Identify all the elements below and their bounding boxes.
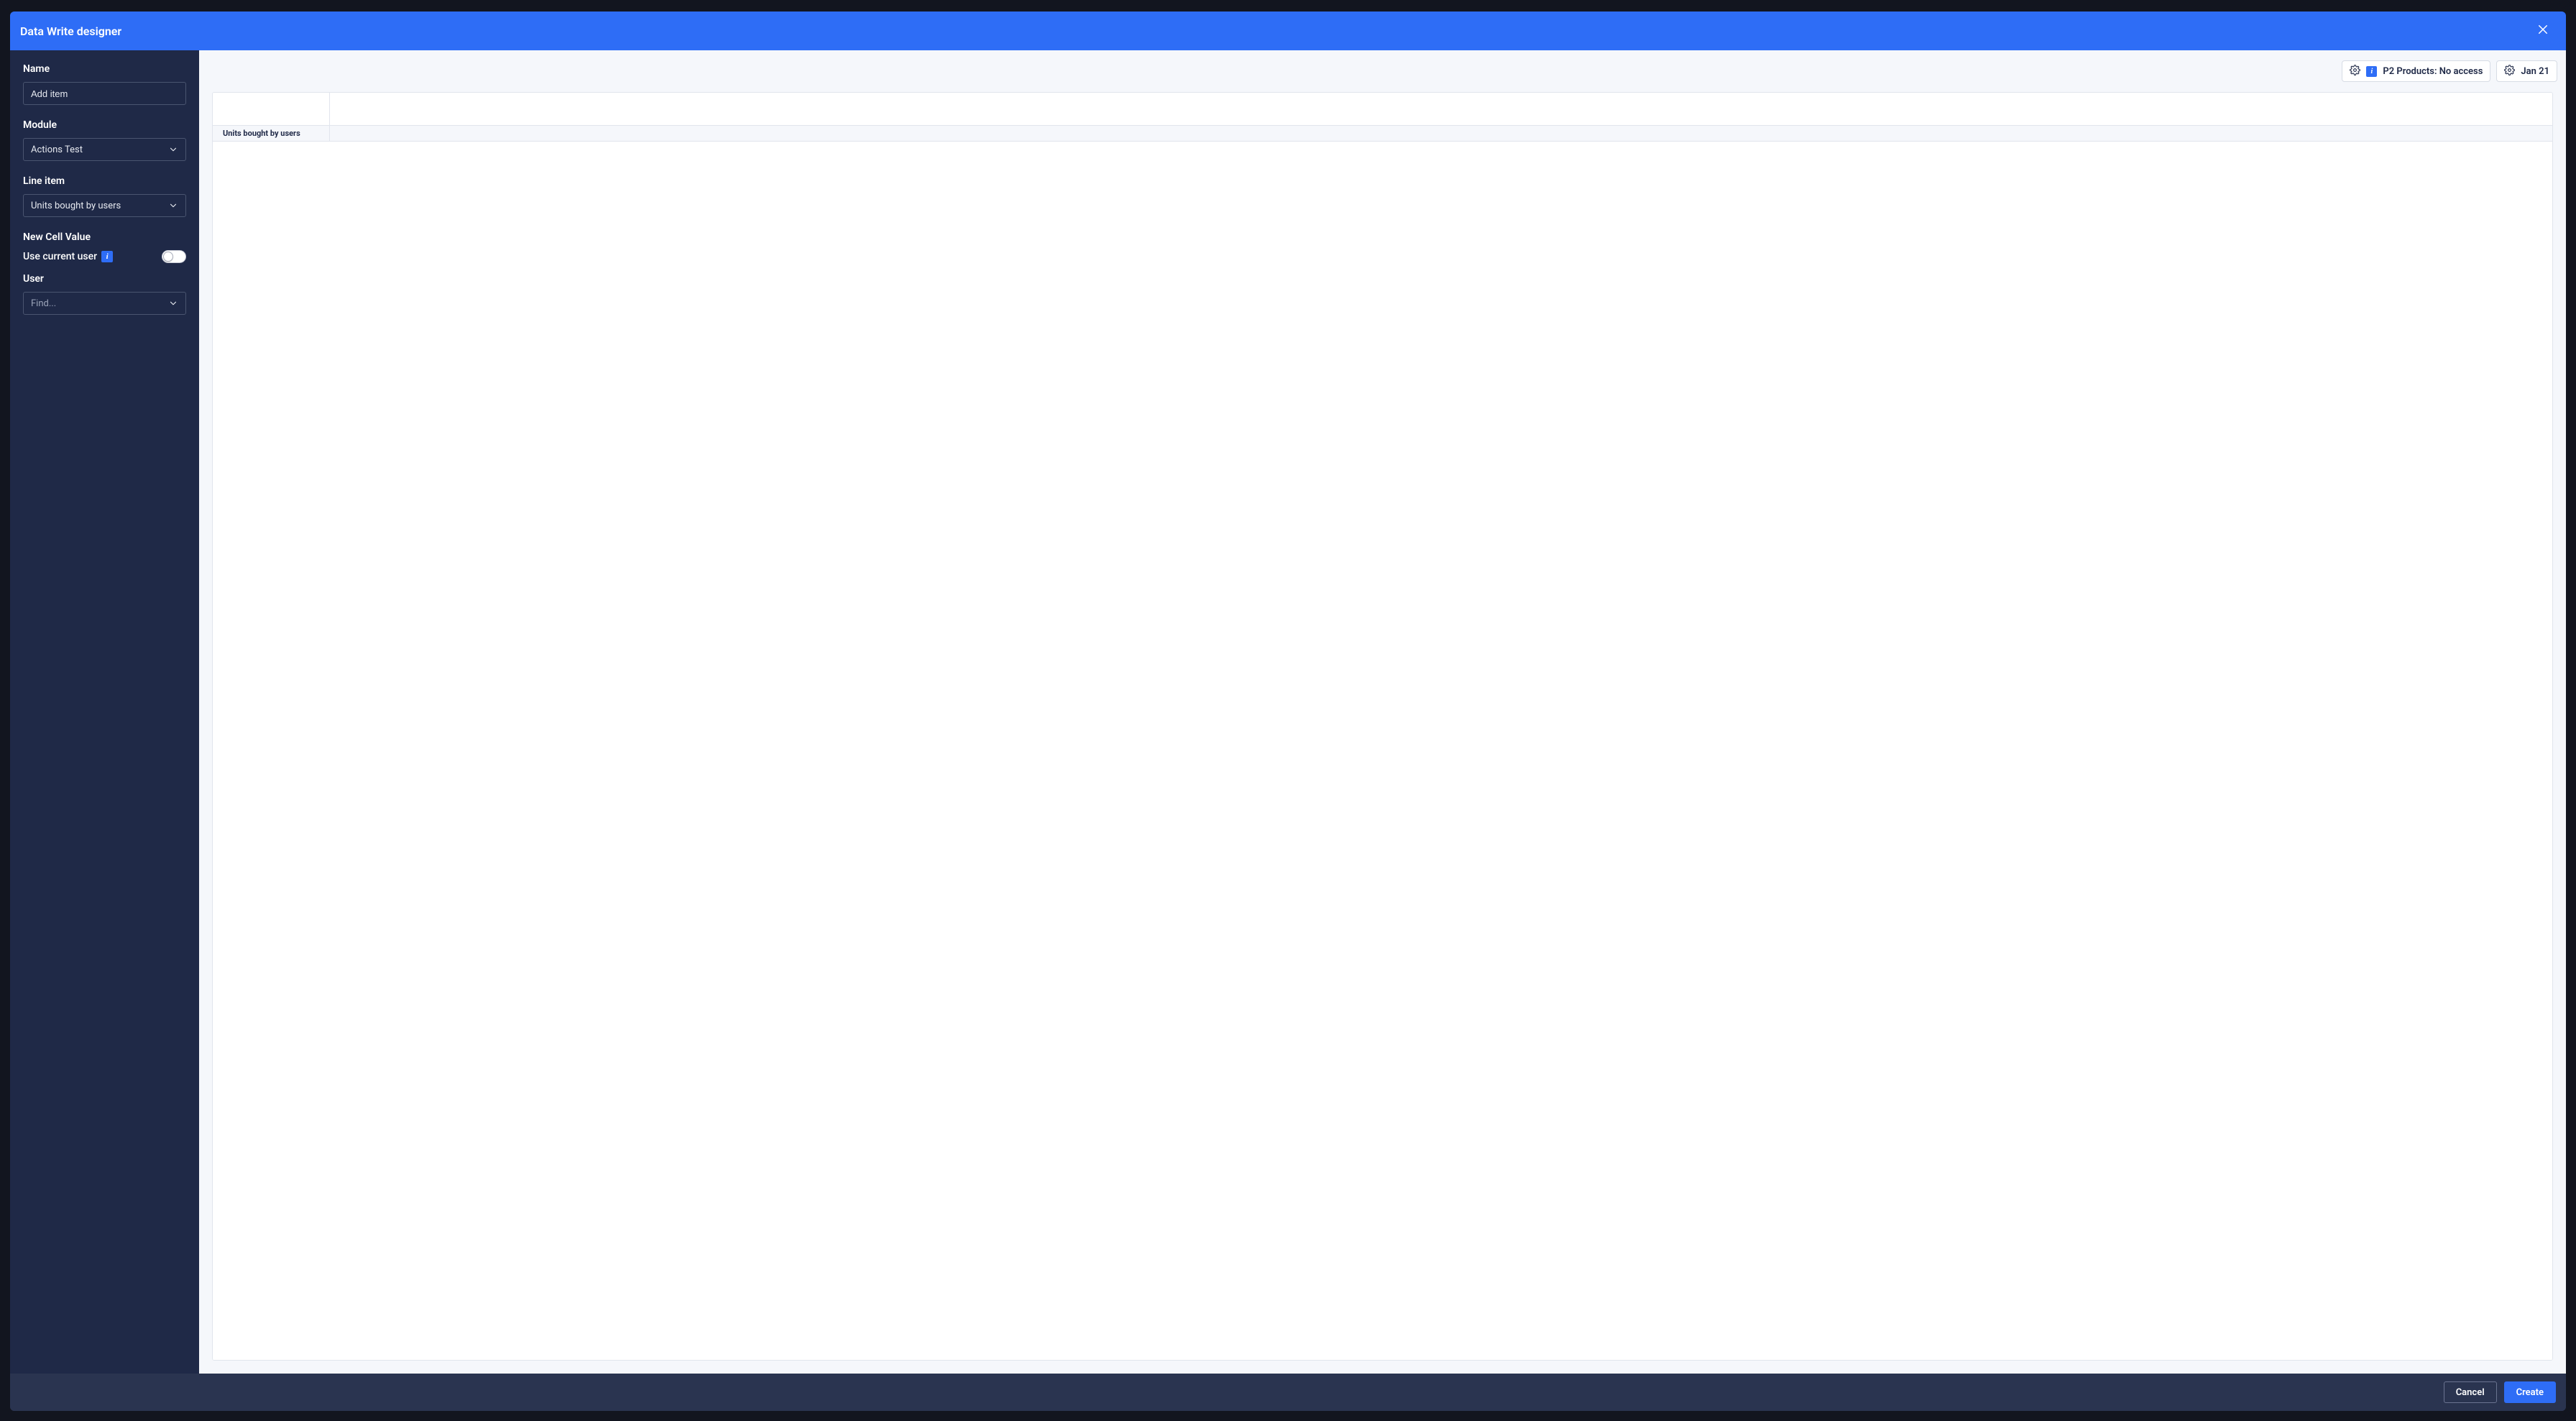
modal-header: Data Write designer	[10, 12, 2566, 50]
toggle-knob	[163, 252, 173, 262]
module-select[interactable]: Actions Test	[23, 138, 186, 161]
chevron-down-icon	[168, 298, 178, 308]
close-icon	[2536, 23, 2549, 39]
use-current-user-label: Use current user	[23, 251, 97, 262]
create-button[interactable]: Create	[2504, 1381, 2556, 1403]
modal-body: Name Module Actions Test Line item Units…	[10, 50, 2566, 1374]
chevron-down-icon	[168, 144, 178, 155]
gear-icon	[2350, 65, 2360, 78]
chevron-down-icon	[168, 201, 178, 211]
module-label: Module	[23, 119, 186, 131]
newcell-label: New Cell Value	[23, 231, 186, 243]
use-current-user-toggle[interactable]	[162, 250, 186, 263]
info-icon: i	[2366, 66, 2377, 77]
period-selector[interactable]: Jan 21	[2496, 60, 2557, 82]
info-icon[interactable]: i	[101, 251, 113, 262]
access-selector[interactable]: i P2 Products: No access	[2342, 60, 2490, 82]
data-write-designer-modal: Data Write designer Name Module Actions …	[10, 12, 2566, 1411]
lineitem-select-value: Units bought by users	[31, 201, 121, 211]
modal-footer: Cancel Create	[10, 1374, 2566, 1411]
grid-row: Units bought by users	[213, 126, 2552, 142]
close-button[interactable]	[2533, 21, 2553, 41]
access-selector-label: P2 Products: No access	[2383, 66, 2483, 77]
name-input-field[interactable]	[31, 83, 178, 104]
lineitem-select[interactable]: Units bought by users	[23, 194, 186, 217]
gear-icon	[2504, 65, 2515, 78]
lineitem-label: Line item	[23, 175, 186, 187]
context-bar: i P2 Products: No access Jan 21	[199, 50, 2566, 92]
name-input[interactable]	[23, 82, 186, 105]
grid-row-header: Units bought by users	[213, 126, 330, 141]
sidebar-form: Name Module Actions Test Line item Units…	[10, 50, 199, 1374]
grid-column-header-row	[213, 93, 2552, 126]
cancel-button[interactable]: Cancel	[2444, 1381, 2497, 1403]
preview-grid: Units bought by users	[212, 92, 2553, 1361]
user-label: User	[23, 273, 186, 285]
period-selector-label: Jan 21	[2521, 66, 2549, 77]
modal-title: Data Write designer	[20, 24, 121, 38]
user-select-placeholder: Find...	[31, 298, 56, 309]
module-select-value: Actions Test	[31, 144, 83, 155]
use-current-user-row: Use current user i	[23, 250, 186, 263]
grid-body	[213, 142, 2552, 1360]
grid-corner-cell	[213, 93, 330, 125]
name-label: Name	[23, 63, 186, 75]
preview-content: i P2 Products: No access Jan 21 Units bo…	[199, 50, 2566, 1374]
user-select[interactable]: Find...	[23, 292, 186, 315]
